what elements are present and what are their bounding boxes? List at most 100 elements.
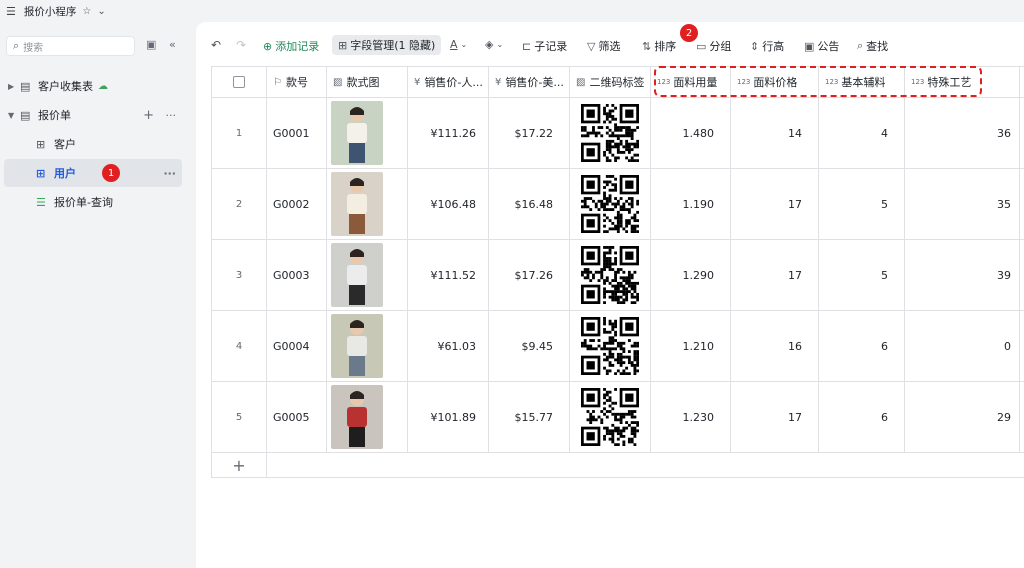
select-all-checkbox[interactable] bbox=[233, 76, 245, 88]
search-input[interactable]: ⌕ 搜索 bbox=[6, 36, 135, 56]
cell-fabric-usage[interactable]: 1.210 bbox=[651, 311, 731, 381]
cell-code[interactable]: G0004 bbox=[267, 311, 327, 381]
cell-qr[interactable] bbox=[570, 311, 651, 381]
cell-price-rmb[interactable]: ¥111.26 bbox=[408, 98, 489, 168]
cell-price-rmb[interactable]: ¥106.48 bbox=[408, 169, 489, 239]
star-icon[interactable]: ☆ bbox=[82, 6, 91, 17]
redo-icon[interactable]: ↷ bbox=[236, 38, 246, 52]
col-header-qr[interactable]: ▨ 二维码标签 bbox=[570, 67, 651, 97]
sidebar-item-user[interactable]: ⊞ 用户 1 ··· bbox=[4, 159, 182, 187]
group-button[interactable]: ▭ 分组 bbox=[696, 38, 731, 54]
add-icon[interactable]: + bbox=[143, 108, 154, 123]
table-row[interactable]: 2 G0002 ¥106.48 $16.48 1.190 17 5 35 bbox=[212, 169, 1024, 240]
cell-basic-aux[interactable]: 6 bbox=[819, 382, 905, 452]
row-index[interactable]: 2 bbox=[212, 169, 267, 239]
col-header-fabric-price[interactable]: 123 面料价格 bbox=[731, 67, 819, 97]
caret-right-icon[interactable]: ▶ bbox=[8, 82, 20, 91]
cell-image[interactable] bbox=[327, 98, 408, 168]
cell-basic-aux[interactable]: 6 bbox=[819, 311, 905, 381]
collapse-sidebar-icon[interactable]: « bbox=[169, 38, 176, 51]
col-header-basic-aux[interactable]: 123 基本辅料 bbox=[819, 67, 905, 97]
chevron-down-icon[interactable]: ⌄ bbox=[97, 6, 105, 17]
cell-fabric-price[interactable]: 17 bbox=[731, 382, 819, 452]
cell-basic-aux[interactable]: 5 bbox=[819, 240, 905, 310]
cell-fabric-price[interactable]: 14 bbox=[731, 98, 819, 168]
cell-code[interactable]: G0001 bbox=[267, 98, 327, 168]
table-row[interactable]: 4 G0004 ¥61.03 $9.45 1.210 16 6 0 bbox=[212, 311, 1024, 382]
undo-icon[interactable]: ↶ bbox=[211, 38, 221, 52]
subrecord-button[interactable]: ⊏ 子记录 bbox=[522, 38, 567, 54]
cell-special-craft[interactable]: 39 bbox=[905, 240, 1020, 310]
cell-fabric-usage[interactable]: 1.290 bbox=[651, 240, 731, 310]
col-header-price-rmb[interactable]: ¥ 销售价-人... bbox=[408, 67, 489, 97]
sort-button[interactable]: ⇅ 排序 bbox=[642, 38, 676, 54]
cell-image[interactable] bbox=[327, 240, 408, 310]
cell-image[interactable] bbox=[327, 169, 408, 239]
cell-fabric-price[interactable]: 16 bbox=[731, 311, 819, 381]
cell-code[interactable]: G0005 bbox=[267, 382, 327, 452]
row-index[interactable]: 3 bbox=[212, 240, 267, 310]
table-row[interactable]: 5 G0005 ¥101.89 $15.77 1.230 17 6 29 bbox=[212, 382, 1024, 453]
sidebar-item-form[interactable]: ▶ ▤ 客户收集表 ☁ bbox=[4, 72, 182, 100]
table-row[interactable]: 3 G0003 ¥111.52 $17.26 1.290 17 5 39 bbox=[212, 240, 1024, 311]
chevron-down-icon: ⌄ bbox=[496, 40, 504, 49]
more-icon[interactable]: ··· bbox=[166, 109, 177, 122]
cell-code[interactable]: G0002 bbox=[267, 169, 327, 239]
cell-fabric-usage[interactable]: 1.190 bbox=[651, 169, 731, 239]
row-height-button[interactable]: ⇕ 行高 bbox=[750, 38, 784, 54]
cell-price-usd[interactable]: $17.22 bbox=[489, 98, 570, 168]
cell-special-craft[interactable]: 0 bbox=[905, 311, 1020, 381]
cell-fabric-usage[interactable]: 1.480 bbox=[651, 98, 731, 168]
sidebar-item-quote[interactable]: ▼ ▤ 报价单 + ··· bbox=[4, 101, 182, 129]
cell-image[interactable] bbox=[327, 382, 408, 452]
table-row[interactable]: 1 G0001 ¥111.26 $17.22 1.480 14 4 36 bbox=[212, 98, 1024, 169]
sidebar-item-quote-query[interactable]: ☰ 报价单-查询 bbox=[4, 188, 182, 216]
cell-code[interactable]: G0003 bbox=[267, 240, 327, 310]
cell-basic-aux[interactable]: 4 bbox=[819, 98, 905, 168]
col-header-code[interactable]: ⚐ 款号 bbox=[267, 67, 327, 97]
text-color-button[interactable]: A ⌄ bbox=[450, 38, 470, 51]
cell-price-usd[interactable]: $16.48 bbox=[489, 169, 570, 239]
cell-basic-aux[interactable]: 5 bbox=[819, 169, 905, 239]
caret-down-icon[interactable]: ▼ bbox=[8, 111, 20, 120]
cell-qr[interactable] bbox=[570, 240, 651, 310]
cell-special-craft[interactable]: 29 bbox=[905, 382, 1020, 452]
plus-icon[interactable]: + bbox=[232, 456, 245, 475]
cell-price-rmb[interactable]: ¥61.03 bbox=[408, 311, 489, 381]
cell-special-craft[interactable]: 35 bbox=[905, 169, 1020, 239]
field-manage-button[interactable]: ⊞ 字段管理(1 隐藏) bbox=[332, 35, 442, 55]
cell-fabric-usage[interactable]: 1.230 bbox=[651, 382, 731, 452]
cell-qr[interactable] bbox=[570, 169, 651, 239]
cell-price-rmb[interactable]: ¥111.52 bbox=[408, 240, 489, 310]
product-photo bbox=[331, 385, 383, 449]
row-index[interactable]: 4 bbox=[212, 311, 267, 381]
col-header-special-craft[interactable]: 123 特殊工艺 bbox=[905, 67, 1020, 97]
find-button[interactable]: ⌕ 查找 bbox=[857, 38, 888, 54]
cell-price-usd[interactable]: $9.45 bbox=[489, 311, 570, 381]
fill-color-button[interactable]: ◈ ⌄ bbox=[485, 38, 506, 51]
select-all-cell[interactable] bbox=[212, 67, 267, 97]
cell-image[interactable] bbox=[327, 311, 408, 381]
panel-icon[interactable]: ▣ bbox=[146, 38, 156, 51]
more-icon[interactable]: ··· bbox=[163, 167, 176, 180]
cell-qr[interactable] bbox=[570, 382, 651, 452]
add-row-cell[interactable]: + bbox=[212, 453, 267, 477]
add-row[interactable]: + bbox=[212, 453, 1024, 478]
col-header-price-usd[interactable]: ¥ 销售价-美... bbox=[489, 67, 570, 97]
row-index[interactable]: 1 bbox=[212, 98, 267, 168]
col-header-fabric-usage[interactable]: 123 面料用量 bbox=[651, 67, 731, 97]
cell-price-usd[interactable]: $17.26 bbox=[489, 240, 570, 310]
add-record-button[interactable]: ⊕ 添加记录 bbox=[263, 38, 319, 54]
cell-price-rmb[interactable]: ¥101.89 bbox=[408, 382, 489, 452]
filter-button[interactable]: ▽ 筛选 bbox=[587, 38, 620, 54]
menu-icon[interactable]: ☰ bbox=[6, 5, 16, 18]
notice-button[interactable]: ▣ 公告 bbox=[804, 38, 839, 54]
row-index[interactable]: 5 bbox=[212, 382, 267, 452]
cell-fabric-price[interactable]: 17 bbox=[731, 169, 819, 239]
cell-fabric-price[interactable]: 17 bbox=[731, 240, 819, 310]
col-header-image[interactable]: ▨ 款式图 bbox=[327, 67, 408, 97]
cell-price-usd[interactable]: $15.77 bbox=[489, 382, 570, 452]
cell-qr[interactable] bbox=[570, 98, 651, 168]
sidebar-item-customer[interactable]: ⊞ 客户 bbox=[4, 130, 182, 158]
cell-special-craft[interactable]: 36 bbox=[905, 98, 1020, 168]
